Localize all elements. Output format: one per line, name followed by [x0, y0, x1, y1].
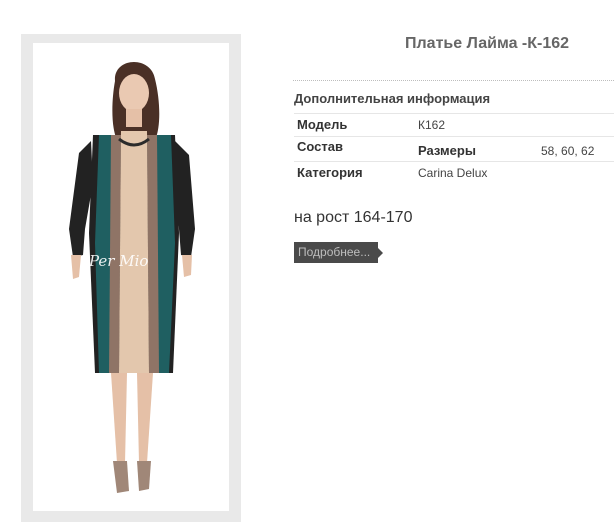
- model-face: [119, 74, 149, 112]
- model-right-shoe: [137, 461, 151, 491]
- model-right-hand: [182, 255, 192, 277]
- model-value: К162: [418, 118, 446, 132]
- table-row-divider: [294, 136, 614, 137]
- model-neck: [126, 109, 142, 127]
- sizes-value: 58, 60, 62: [541, 144, 595, 158]
- category-value: Carina Delux: [418, 166, 488, 180]
- model-left-shoe: [113, 461, 129, 493]
- height-note: на рост 164-170: [294, 209, 413, 226]
- button-arrow-icon: [378, 248, 383, 258]
- product-title: Платье Лайма -К-162: [405, 35, 570, 52]
- more-details-button[interactable]: Подробнее...: [294, 242, 383, 263]
- product-photo[interactable]: Per Mio: [33, 43, 229, 511]
- dress-model-image: [69, 61, 195, 493]
- additional-info-heading: Дополнительная информация: [294, 91, 491, 106]
- model-left-hand: [71, 255, 81, 279]
- table-row-divider: [294, 113, 614, 114]
- title-divider: [293, 80, 614, 81]
- model-left-leg: [111, 373, 127, 463]
- composition-label: Состав: [297, 139, 343, 154]
- dress-taupe-stripe-right: [147, 135, 159, 373]
- sizes-label: Размеры: [418, 143, 476, 158]
- category-label: Категория: [297, 165, 363, 180]
- product-photo-frame: Per Mio: [21, 34, 241, 522]
- table-row-divider: [294, 161, 614, 162]
- model-label: Модель: [297, 117, 348, 132]
- photo-watermark: Per Mio: [89, 252, 149, 270]
- more-details-label: Подробнее...: [298, 245, 371, 259]
- model-right-leg: [137, 373, 153, 463]
